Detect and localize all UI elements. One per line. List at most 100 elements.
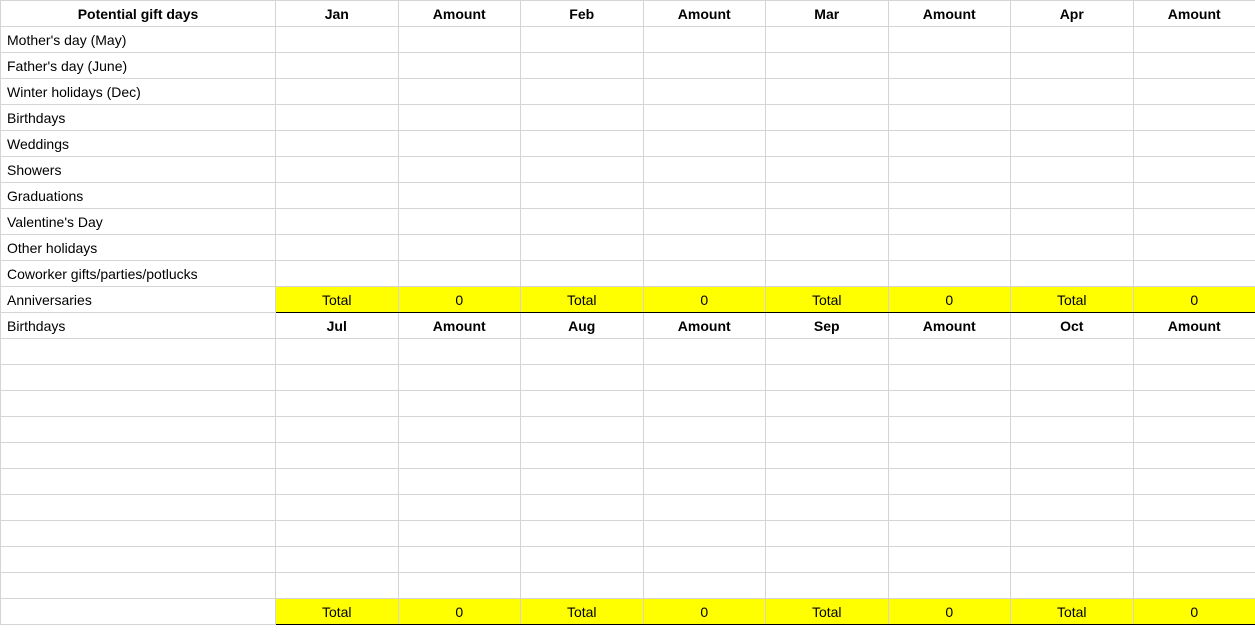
gift-day-label[interactable]	[1, 391, 276, 417]
cell[interactable]	[888, 469, 1011, 495]
gift-day-label[interactable]	[1, 365, 276, 391]
cell[interactable]	[1133, 443, 1255, 469]
cell[interactable]	[398, 209, 521, 235]
cell[interactable]	[766, 391, 889, 417]
cell[interactable]	[521, 547, 644, 573]
cell[interactable]	[643, 469, 766, 495]
cell[interactable]	[521, 53, 644, 79]
gift-day-label[interactable]: Weddings	[1, 131, 276, 157]
cell[interactable]	[276, 469, 399, 495]
cell[interactable]	[888, 547, 1011, 573]
cell[interactable]	[398, 417, 521, 443]
cell[interactable]	[888, 105, 1011, 131]
cell[interactable]	[398, 157, 521, 183]
gift-day-label[interactable]: Showers	[1, 157, 276, 183]
cell[interactable]	[521, 105, 644, 131]
cell[interactable]	[766, 417, 889, 443]
cell[interactable]	[521, 131, 644, 157]
cell[interactable]	[521, 495, 644, 521]
cell[interactable]	[1011, 469, 1134, 495]
cell[interactable]	[643, 573, 766, 599]
cell[interactable]	[1011, 521, 1134, 547]
cell[interactable]	[888, 417, 1011, 443]
cell[interactable]	[1011, 339, 1134, 365]
cell[interactable]	[888, 209, 1011, 235]
gift-day-label[interactable]: Coworker gifts/parties/potlucks	[1, 261, 276, 287]
gift-day-label[interactable]: Winter holidays (Dec)	[1, 79, 276, 105]
cell[interactable]	[276, 339, 399, 365]
cell[interactable]	[398, 469, 521, 495]
cell[interactable]	[276, 391, 399, 417]
cell[interactable]	[888, 131, 1011, 157]
gift-day-label[interactable]	[1, 443, 276, 469]
cell[interactable]	[1011, 183, 1134, 209]
cell[interactable]	[643, 495, 766, 521]
cell[interactable]	[398, 443, 521, 469]
cell[interactable]	[398, 131, 521, 157]
cell[interactable]	[1133, 391, 1255, 417]
cell[interactable]	[1011, 27, 1134, 53]
cell[interactable]	[276, 573, 399, 599]
cell[interactable]	[1133, 573, 1255, 599]
cell[interactable]	[643, 27, 766, 53]
cell[interactable]	[1133, 53, 1255, 79]
cell[interactable]	[1011, 547, 1134, 573]
cell[interactable]	[888, 183, 1011, 209]
cell[interactable]	[766, 105, 889, 131]
cell[interactable]	[766, 547, 889, 573]
gift-day-label[interactable]	[1, 339, 276, 365]
cell[interactable]	[521, 573, 644, 599]
cell[interactable]	[398, 261, 521, 287]
cell[interactable]	[398, 53, 521, 79]
cell[interactable]	[766, 183, 889, 209]
cell[interactable]	[766, 209, 889, 235]
cell[interactable]	[888, 573, 1011, 599]
cell[interactable]	[766, 157, 889, 183]
cell[interactable]	[766, 339, 889, 365]
cell[interactable]	[643, 391, 766, 417]
gift-day-label[interactable]	[1, 469, 276, 495]
cell[interactable]	[643, 521, 766, 547]
cell[interactable]	[1011, 365, 1134, 391]
cell[interactable]	[888, 53, 1011, 79]
cell[interactable]	[643, 235, 766, 261]
cell[interactable]	[766, 131, 889, 157]
cell[interactable]	[276, 443, 399, 469]
gift-day-label[interactable]	[1, 547, 276, 573]
cell[interactable]	[1011, 131, 1134, 157]
cell[interactable]	[1011, 209, 1134, 235]
cell[interactable]	[1011, 261, 1134, 287]
cell[interactable]	[1133, 365, 1255, 391]
cell[interactable]	[643, 261, 766, 287]
gift-day-label[interactable]: Father's day (June)	[1, 53, 276, 79]
cell[interactable]	[766, 235, 889, 261]
gift-day-label[interactable]	[1, 573, 276, 599]
cell[interactable]	[888, 495, 1011, 521]
cell[interactable]	[1133, 79, 1255, 105]
cell[interactable]	[1133, 547, 1255, 573]
cell[interactable]	[276, 235, 399, 261]
cell[interactable]	[1011, 443, 1134, 469]
cell[interactable]	[1011, 417, 1134, 443]
cell[interactable]	[276, 131, 399, 157]
cell[interactable]	[398, 79, 521, 105]
cell[interactable]	[398, 573, 521, 599]
cell[interactable]	[766, 469, 889, 495]
gift-day-label[interactable]: Graduations	[1, 183, 276, 209]
gift-day-label[interactable]	[1, 495, 276, 521]
cell[interactable]	[643, 339, 766, 365]
cell[interactable]	[643, 547, 766, 573]
cell[interactable]	[1133, 417, 1255, 443]
cell[interactable]	[1133, 105, 1255, 131]
cell[interactable]	[643, 183, 766, 209]
cell[interactable]	[1133, 131, 1255, 157]
cell[interactable]	[1133, 469, 1255, 495]
cell[interactable]	[1011, 391, 1134, 417]
gift-day-label[interactable]	[1, 521, 276, 547]
cell[interactable]	[643, 365, 766, 391]
cell[interactable]	[1133, 235, 1255, 261]
cell[interactable]	[888, 443, 1011, 469]
cell[interactable]	[888, 157, 1011, 183]
cell[interactable]	[643, 417, 766, 443]
cell[interactable]	[1133, 521, 1255, 547]
